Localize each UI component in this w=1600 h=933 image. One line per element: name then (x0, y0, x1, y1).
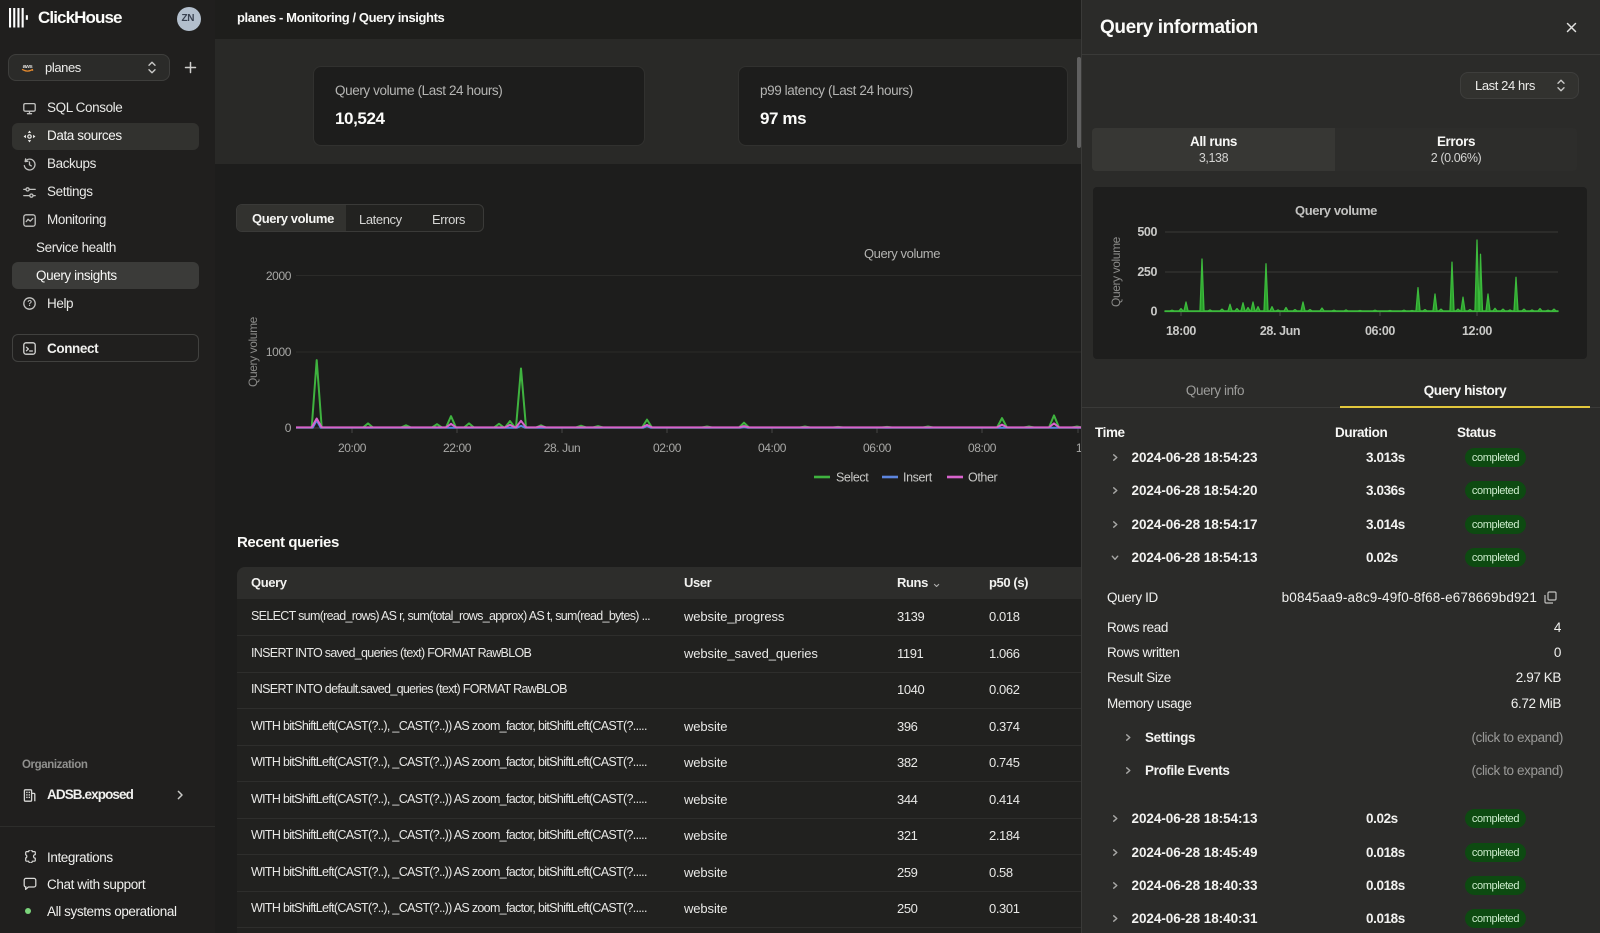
svg-text:Insert: Insert (903, 471, 933, 485)
svg-text:02:00: 02:00 (653, 441, 682, 455)
svg-text:Query volume: Query volume (864, 246, 940, 261)
svg-text:18:00: 18:00 (1166, 324, 1196, 338)
svg-text:aws: aws (23, 64, 33, 70)
svg-text:250: 250 (1137, 265, 1157, 279)
svg-text:2000: 2000 (266, 269, 292, 283)
svg-text:08:00: 08:00 (968, 441, 997, 455)
svg-text:Query volume: Query volume (1109, 236, 1123, 307)
svg-text:12:00: 12:00 (1462, 324, 1492, 338)
svg-text:Select: Select (836, 471, 869, 485)
svg-text:0: 0 (285, 421, 292, 435)
svg-text:Query volume: Query volume (246, 316, 260, 387)
svg-text:28. Jun: 28. Jun (1260, 324, 1300, 338)
svg-text:Other: Other (968, 471, 997, 485)
svg-text:22:00: 22:00 (443, 441, 472, 455)
svg-text:04:00: 04:00 (758, 441, 787, 455)
svg-text:0: 0 (1150, 304, 1157, 318)
svg-text:Query volume: Query volume (1295, 203, 1377, 218)
svg-text:1000: 1000 (266, 345, 292, 359)
svg-text:20:00: 20:00 (338, 441, 367, 455)
svg-text:06:00: 06:00 (1365, 324, 1395, 338)
svg-text:28. Jun: 28. Jun (544, 441, 581, 455)
svg-text:?: ? (27, 299, 32, 308)
svg-text:06:00: 06:00 (863, 441, 892, 455)
svg-text:500: 500 (1137, 225, 1157, 239)
